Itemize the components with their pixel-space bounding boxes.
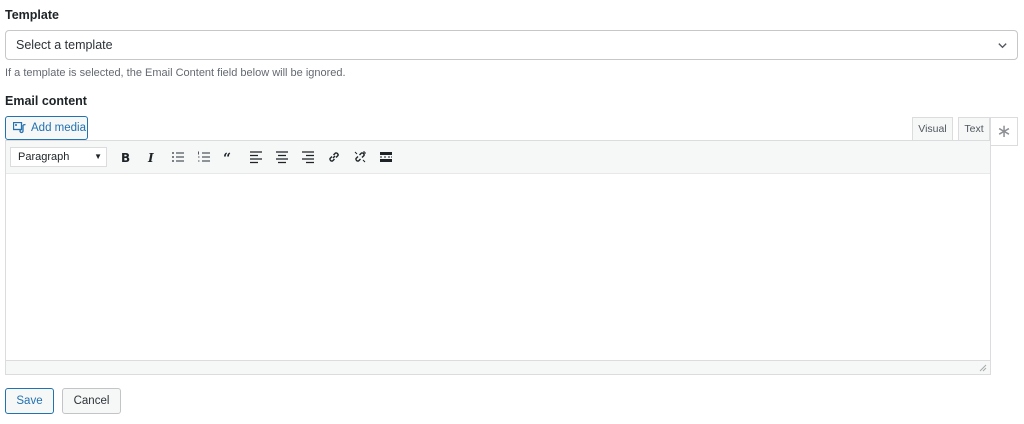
add-media-label: Add media xyxy=(31,122,86,134)
editor-toolbar: Paragraph ▼ B I “ xyxy=(6,141,990,174)
template-select[interactable]: Select a template xyxy=(5,30,1018,60)
expand-editor-button[interactable]: ∗ xyxy=(990,117,1018,146)
link-button[interactable] xyxy=(321,146,346,168)
blockquote-button[interactable]: “ xyxy=(217,146,242,168)
svg-text:“: “ xyxy=(223,151,231,164)
email-content-label: Email content xyxy=(5,94,87,108)
template-select-value: Select a template xyxy=(16,38,113,52)
unlink-button[interactable] xyxy=(347,146,372,168)
blockquote-icon: “ xyxy=(223,151,231,164)
chevron-down-icon xyxy=(998,43,1007,49)
read-more-button[interactable] xyxy=(373,146,398,168)
align-right-button[interactable] xyxy=(295,146,320,168)
bullet-list-icon xyxy=(171,152,184,162)
caret-down-icon: ▼ xyxy=(94,152,102,161)
editor-statusbar xyxy=(6,360,990,374)
svg-text:I: I xyxy=(147,151,154,164)
align-left-button[interactable] xyxy=(243,146,268,168)
bold-button[interactable]: B xyxy=(113,146,138,168)
media-icon xyxy=(13,122,26,134)
template-help-text: If a template is selected, the Email Con… xyxy=(5,67,346,79)
add-media-button[interactable]: Add media xyxy=(5,116,88,140)
format-select-value: Paragraph xyxy=(18,151,70,163)
bullet-list-button[interactable] xyxy=(165,146,190,168)
link-icon xyxy=(328,152,339,162)
editor: Paragraph ▼ B I “ xyxy=(5,140,991,375)
tab-visual[interactable]: Visual xyxy=(912,117,953,141)
template-label: Template xyxy=(5,8,59,22)
asterisk-icon: ∗ xyxy=(996,121,1012,141)
format-select[interactable]: Paragraph ▼ xyxy=(10,147,107,167)
svg-text:B: B xyxy=(121,151,130,164)
numbered-list-button[interactable] xyxy=(191,146,216,168)
numbered-list-icon xyxy=(197,151,210,162)
resize-handle-icon[interactable] xyxy=(979,364,987,372)
align-right-icon xyxy=(301,151,314,164)
italic-button[interactable]: I xyxy=(139,146,164,168)
italic-icon: I xyxy=(147,151,154,164)
bold-icon: B xyxy=(121,151,130,164)
align-center-button[interactable] xyxy=(269,146,294,168)
cancel-button[interactable]: Cancel xyxy=(62,388,121,414)
tab-text[interactable]: Text xyxy=(958,117,990,141)
read-more-icon xyxy=(379,152,392,162)
align-left-icon xyxy=(249,151,262,164)
unlink-icon xyxy=(354,151,366,163)
save-button[interactable]: Save xyxy=(5,388,54,414)
align-center-icon xyxy=(275,151,288,164)
email-content-textarea[interactable] xyxy=(6,174,990,360)
